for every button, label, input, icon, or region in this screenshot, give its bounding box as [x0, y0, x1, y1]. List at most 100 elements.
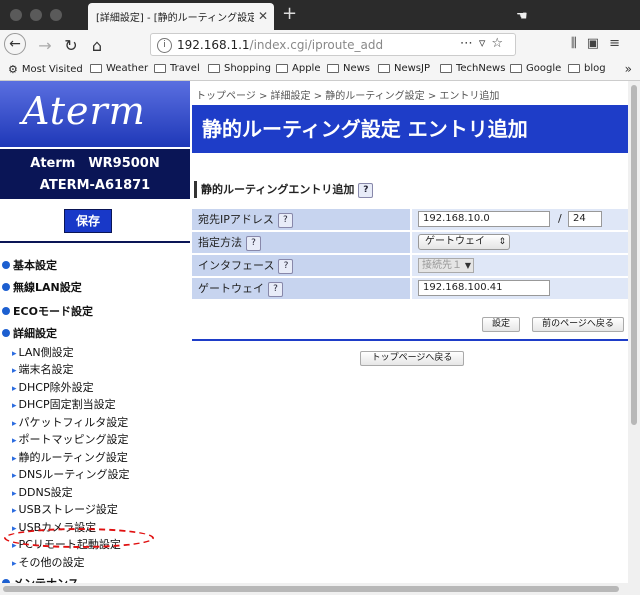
set-button[interactable]: 設定 — [482, 317, 520, 332]
menu-item-dhcp-exclude[interactable]: DHCP除外設定 — [12, 379, 94, 395]
bookmark-weather[interactable]: Weather — [90, 63, 148, 74]
folder-icon — [276, 64, 288, 73]
toolbar-icons: ⫼▣≡ — [571, 36, 630, 51]
library-icon[interactable]: ⫼ — [571, 36, 587, 51]
prefix-length-input[interactable]: 24 — [568, 211, 602, 227]
field-label: ゲートウェイ? — [192, 278, 410, 299]
help-icon[interactable]: ? — [358, 182, 374, 198]
help-icon[interactable]: ? — [277, 212, 293, 228]
tab-title: [詳細設定] - [静的ルーティング設定 エ — [96, 13, 254, 24]
interface-select[interactable]: 接続先１ ▼ — [418, 258, 474, 273]
field-value-cell: ゲートウェイ ⇕ — [412, 232, 628, 253]
highlight-annotation — [4, 528, 154, 548]
bookmark-shopping[interactable]: Shopping — [208, 63, 271, 74]
method-select[interactable]: ゲートウェイ ⇕ — [418, 234, 510, 250]
menu-item-lan[interactable]: LAN側設定 — [12, 344, 74, 360]
info-icon[interactable]: i — [157, 38, 172, 53]
menu-item-dns-routing[interactable]: DNSルーティング設定 — [12, 466, 130, 482]
folder-icon — [90, 64, 102, 73]
bookmarks-bar: ⚙ Most Visited Weather Travel Shopping Ap… — [0, 60, 640, 81]
close-tab-icon[interactable]: ✕ — [258, 9, 268, 23]
url-text[interactable]: 192.168.1.1/index.cgi/iproute_add — [177, 38, 383, 52]
field-value-cell: 接続先１ ▼ — [412, 255, 628, 276]
chevron-updown-icon: ⇕ — [498, 237, 506, 247]
folder-icon — [568, 64, 580, 73]
help-icon[interactable]: ? — [246, 235, 261, 251]
bookmark-blog[interactable]: blog — [568, 63, 606, 74]
navigation-bar: ← → ↻ ⌂ i 192.168.1.1/index.cgi/iproute_… — [0, 30, 640, 60]
bookmark-apple[interactable]: Apple — [276, 63, 320, 74]
more-icon[interactable]: ⋯ — [460, 36, 479, 51]
bookmark-news[interactable]: News — [327, 63, 370, 74]
folder-icon — [208, 64, 220, 73]
minimize-window-button[interactable] — [30, 9, 42, 21]
sidebar: Aterm Aterm WR9500N ATERM-A61871 保存 基本設定… — [0, 81, 190, 583]
menu-advanced-settings[interactable]: 詳細設定 — [2, 325, 57, 341]
horizontal-scroll-thumb[interactable] — [3, 586, 619, 592]
table-row-interface: インタフェース? 接続先１ ▼ — [192, 255, 628, 277]
vertical-scrollbar[interactable] — [628, 81, 640, 583]
menu-item-usb-storage[interactable]: USBストレージ設定 — [12, 501, 118, 517]
aterm-logo: Aterm — [0, 81, 190, 147]
title-bar: [詳細設定] - [静的ルーティング設定 エ ✕ + ☚ — [0, 0, 640, 30]
menu-item-packet-filter[interactable]: パケットフィルタ設定 — [12, 414, 129, 430]
browser-tab[interactable]: [詳細設定] - [静的ルーティング設定 エ ✕ — [88, 3, 274, 30]
menu-item-other[interactable]: その他の設定 — [12, 554, 85, 570]
horizontal-scrollbar[interactable] — [0, 583, 640, 595]
menu-item-device-name[interactable]: 端末名設定 — [12, 361, 74, 377]
folder-icon — [378, 64, 390, 73]
page-title: 静的ルーティング設定 エントリ追加 — [192, 105, 628, 153]
destination-ip-input[interactable]: 192.168.10.0 — [418, 211, 550, 227]
menu-basic-settings[interactable]: 基本設定 — [2, 257, 57, 273]
save-button[interactable]: 保存 — [64, 209, 112, 233]
prefix-separator: / — [558, 212, 562, 225]
gateway-input[interactable]: 192.168.100.41 — [418, 280, 550, 296]
menu-maintenance[interactable]: メンテナンス — [2, 575, 79, 583]
back-page-button[interactable]: 前のページへ戻る — [532, 317, 624, 332]
folder-icon — [510, 64, 522, 73]
web-page: Aterm Aterm WR9500N ATERM-A61871 保存 基本設定… — [0, 81, 628, 583]
bookmarks-overflow-icon[interactable]: » — [625, 62, 632, 76]
model-info: Aterm WR9500N ATERM-A61871 — [0, 149, 190, 199]
menu-item-dhcp-fixed[interactable]: DHCP固定割当設定 — [12, 396, 116, 412]
help-icon[interactable]: ? — [278, 258, 294, 274]
help-icon[interactable]: ? — [268, 281, 283, 297]
forward-icon[interactable]: → — [34, 34, 56, 56]
bookmark-travel[interactable]: Travel — [154, 63, 200, 74]
bookmark-technews[interactable]: TechNews — [440, 63, 505, 74]
new-tab-icon[interactable]: + — [282, 3, 297, 24]
bookmark-most-visited[interactable]: ⚙ Most Visited — [8, 63, 83, 76]
menu-item-static-routing[interactable]: 静的ルーティング設定 — [12, 449, 128, 465]
folder-icon — [327, 64, 339, 73]
bookmark-star-icon[interactable]: ☆ — [491, 36, 509, 51]
menu-eco-mode[interactable]: ECOモード設定 — [2, 303, 93, 319]
logo-text: Aterm — [22, 89, 146, 133]
table-row-destination: 宛先IPアドレス? 192.168.10.0 / 24 — [192, 209, 628, 231]
field-value-cell: 192.168.100.41 — [412, 278, 628, 299]
menu-icon[interactable]: ≡ — [609, 36, 630, 51]
vertical-scroll-thumb[interactable] — [631, 85, 637, 425]
table-row-gateway: ゲートウェイ? 192.168.100.41 — [192, 278, 628, 300]
bookmark-newsjp[interactable]: NewsJP — [378, 63, 430, 74]
close-window-button[interactable] — [10, 9, 22, 21]
menu-wireless-lan[interactable]: 無線LAN設定 — [2, 279, 82, 295]
home-icon[interactable]: ⌂ — [86, 34, 108, 56]
back-icon[interactable]: ← — [4, 33, 26, 55]
model-name: Aterm WR9500N — [30, 156, 160, 171]
section-title: 静的ルーティングエントリ追加? — [194, 181, 374, 198]
menu-item-port-mapping[interactable]: ポートマッピング設定 — [12, 431, 129, 447]
url-bar[interactable]: i 192.168.1.1/index.cgi/iproute_add ⋯▿☆ — [150, 33, 516, 56]
table-row-method: 指定方法? ゲートウェイ ⇕ — [192, 232, 628, 254]
bookmark-google[interactable]: Google — [510, 63, 561, 74]
divider — [192, 339, 628, 341]
page-actions-icons[interactable]: ⋯▿☆ — [460, 36, 509, 51]
field-label: 宛先IPアドレス? — [192, 209, 410, 230]
reload-icon[interactable]: ↻ — [60, 34, 82, 56]
folder-icon — [440, 64, 452, 73]
field-label: 指定方法? — [192, 232, 410, 253]
pocket-icon[interactable]: ▿ — [479, 36, 492, 51]
menu-item-ddns[interactable]: DDNS設定 — [12, 484, 73, 500]
zoom-window-button[interactable] — [50, 9, 62, 21]
sidebar-icon[interactable]: ▣ — [587, 36, 609, 51]
top-page-button[interactable]: トップページへ戻る — [360, 351, 464, 366]
